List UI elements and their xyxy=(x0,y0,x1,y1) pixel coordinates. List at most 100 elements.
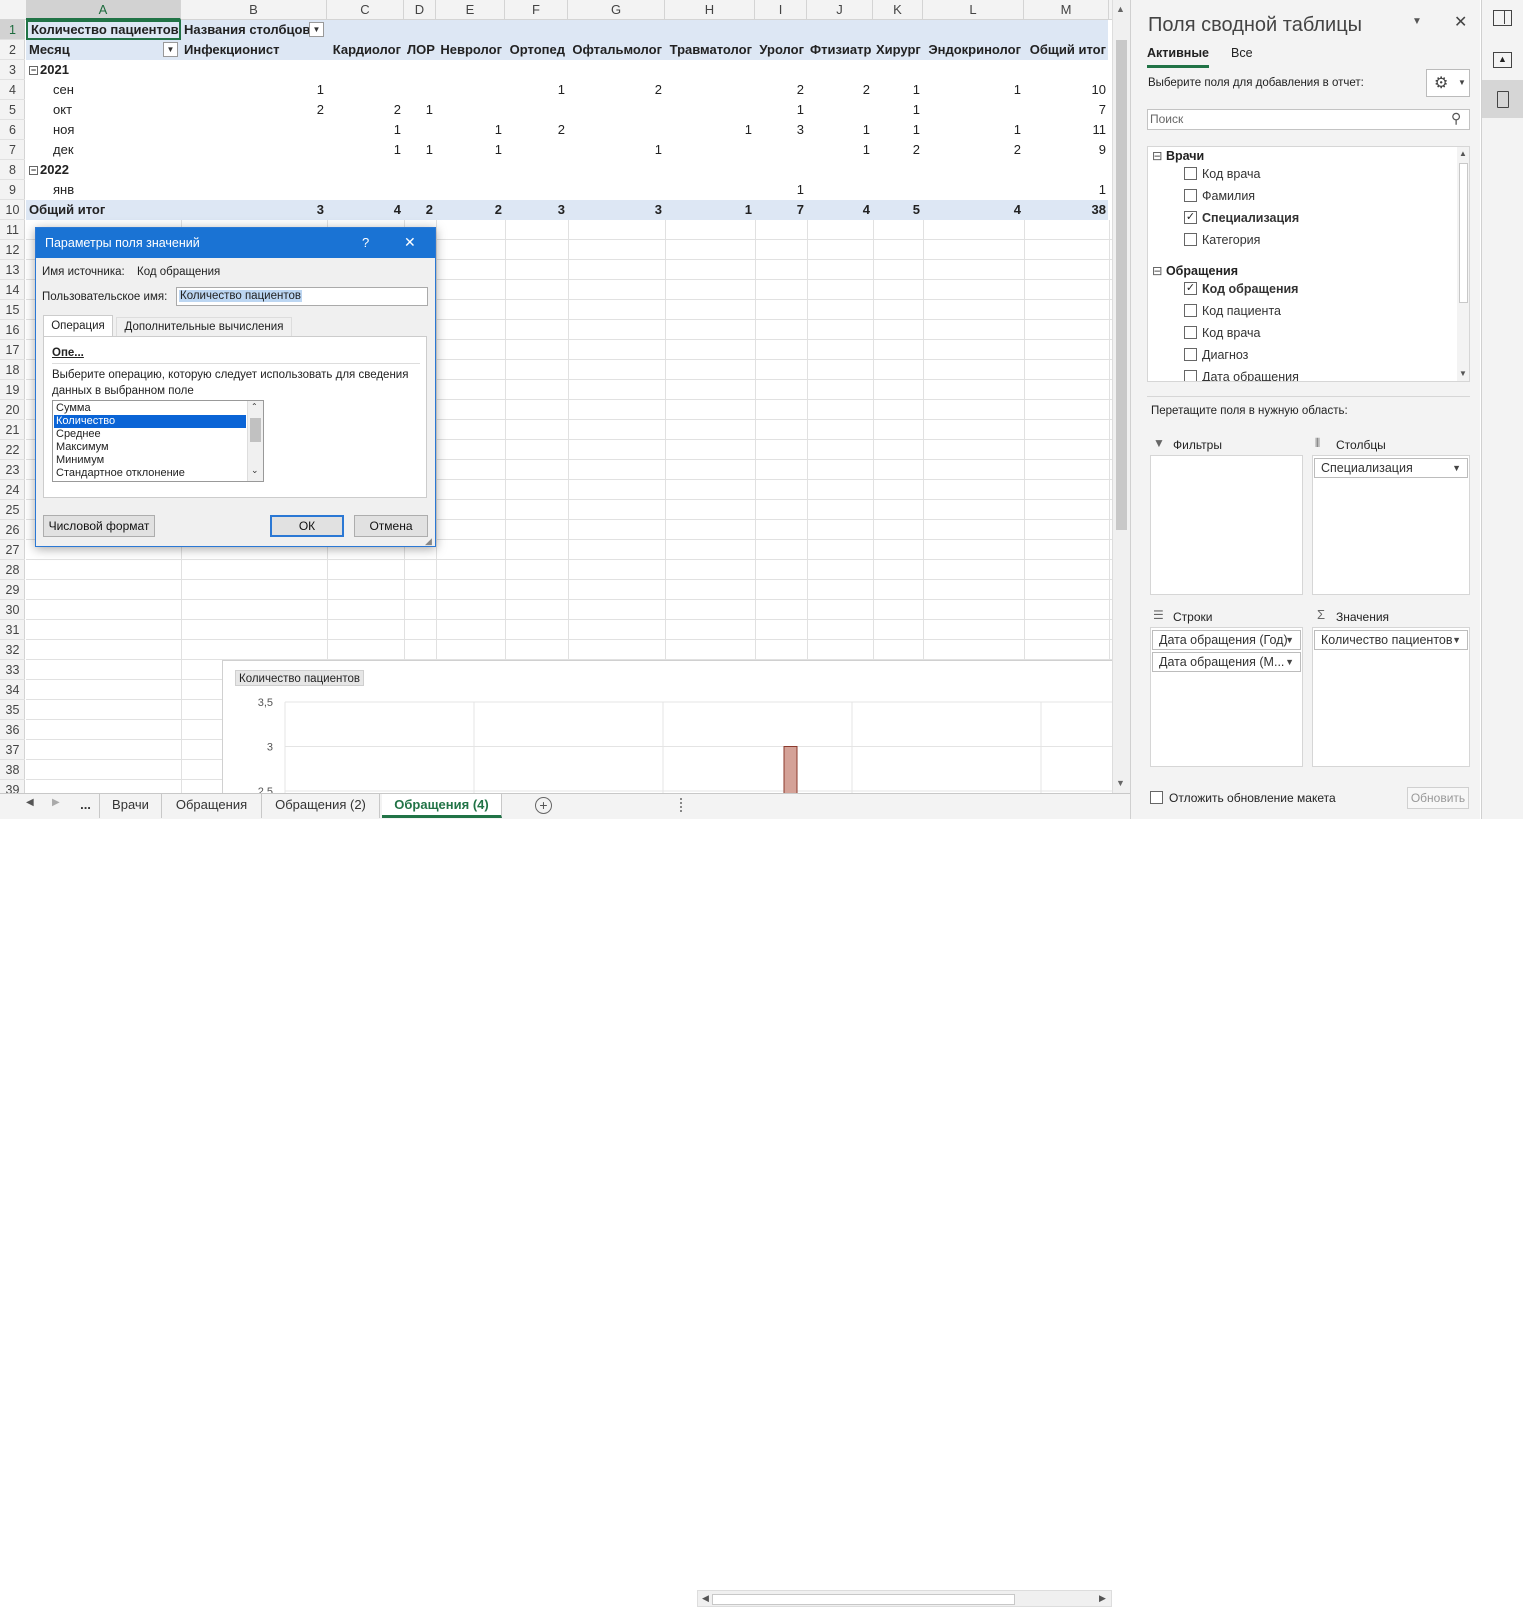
pivot-month-label[interactable]: ноя xyxy=(26,120,181,140)
pivot-value-cell[interactable]: 1 xyxy=(436,140,505,160)
pivot-grand-total-cell[interactable]: 38 xyxy=(1024,200,1109,220)
pivot-value-cell[interactable]: 10 xyxy=(1024,80,1109,100)
row-header[interactable]: 24 xyxy=(0,480,25,500)
sheet-tab[interactable]: Обращения (4) xyxy=(382,794,502,818)
pivot-value-cell[interactable]: 1 xyxy=(181,80,327,100)
pivot-grand-total-cell[interactable]: 7 xyxy=(755,200,807,220)
pivot-grand-total-cell[interactable]: 1 xyxy=(665,200,755,220)
pivot-value-cell[interactable]: 1 xyxy=(755,100,807,120)
sheet-tab[interactable]: Обращения (2) xyxy=(262,794,380,818)
pivot-value-cell[interactable] xyxy=(665,140,755,160)
pivot-value-cell[interactable]: 1 xyxy=(873,120,923,140)
row-header[interactable]: 12 xyxy=(0,240,25,260)
field-checkbox[interactable] xyxy=(1184,326,1197,339)
pivot-value-cell[interactable]: 9 xyxy=(1024,140,1109,160)
tab-operation[interactable]: Операция xyxy=(43,315,113,337)
row-header[interactable]: 22 xyxy=(0,440,25,460)
field-checkbox[interactable]: ✓ xyxy=(1184,211,1197,224)
pivot-value-cell[interactable] xyxy=(807,180,873,200)
close-icon[interactable]: ✕ xyxy=(404,234,416,251)
pane-close-icon[interactable]: ✕ xyxy=(1454,12,1467,32)
cancel-button[interactable]: Отмена xyxy=(354,515,428,537)
image-icon[interactable]: ▲ xyxy=(1493,52,1512,68)
field-label[interactable]: Диагноз xyxy=(1202,345,1248,365)
column-header[interactable]: A xyxy=(26,0,181,20)
pivot-value-cell[interactable] xyxy=(404,180,436,200)
row-header[interactable]: 7 xyxy=(0,140,25,160)
field-checkbox[interactable] xyxy=(1184,167,1197,180)
row-filter-dropdown-icon[interactable]: ▼ xyxy=(163,42,178,57)
row-header[interactable]: 19 xyxy=(0,380,25,400)
pivot-value-cell[interactable] xyxy=(755,140,807,160)
pivot-grand-total-cell[interactable]: 2 xyxy=(404,200,436,220)
row-header[interactable]: 38 xyxy=(0,760,25,780)
pivot-value-cell[interactable] xyxy=(505,140,568,160)
pivot-value-cell[interactable] xyxy=(568,180,665,200)
search-icon[interactable]: ⚲ xyxy=(1451,110,1461,127)
pivot-value-cell[interactable]: 2 xyxy=(923,140,1024,160)
field-list-scrollbar[interactable]: ▲ ▼ xyxy=(1457,147,1469,381)
horizontal-scrollbar[interactable]: ◀ ▶ xyxy=(697,1590,1112,1607)
pivot-month-label[interactable]: окт xyxy=(26,100,181,120)
row-header[interactable]: 21 xyxy=(0,420,25,440)
pivot-value-header[interactable]: Количество пациентов xyxy=(26,20,181,40)
field-checkbox[interactable]: ✓ xyxy=(1184,282,1197,295)
pivot-value-cell[interactable]: 1 xyxy=(807,140,873,160)
field-label[interactable]: Код пациента xyxy=(1202,301,1281,321)
pivot-value-cell[interactable]: 1 xyxy=(568,140,665,160)
row-header[interactable]: 10 xyxy=(0,200,25,220)
pivot-column-label[interactable]: Офтальмолог xyxy=(568,40,665,60)
pivot-value-cell[interactable] xyxy=(665,80,755,100)
pivot-grand-total-cell[interactable]: 2 xyxy=(436,200,505,220)
field-table-header[interactable]: ⊟ Обращения xyxy=(1152,263,1238,278)
pivot-value-cell[interactable] xyxy=(665,180,755,200)
defer-update-checkbox[interactable] xyxy=(1150,791,1163,804)
row-header[interactable]: 35 xyxy=(0,700,25,720)
row-header[interactable]: 36 xyxy=(0,720,25,740)
column-header[interactable]: J xyxy=(807,0,873,20)
row-header[interactable]: 33 xyxy=(0,660,25,680)
operation-option[interactable]: Минимум xyxy=(54,454,246,467)
row-header[interactable]: 5 xyxy=(0,100,25,120)
row-header[interactable]: 26 xyxy=(0,520,25,540)
column-filter-dropdown-icon[interactable]: ▼ xyxy=(309,22,324,37)
pivot-grand-total-cell[interactable]: 4 xyxy=(327,200,404,220)
pane-options-chevron-icon[interactable]: ▼ xyxy=(1412,16,1422,27)
dialog-titlebar[interactable]: Параметры поля значений ? ✕ xyxy=(36,228,435,258)
operation-option[interactable]: Максимум xyxy=(54,441,246,454)
tab-splitter[interactable] xyxy=(680,798,683,812)
column-header[interactable]: B xyxy=(181,0,327,20)
row-header[interactable]: 3 xyxy=(0,60,25,80)
rows-field-pill-year[interactable]: Дата обращения (Год) ▼ xyxy=(1152,630,1301,650)
values-area[interactable]: Количество пациентов ▼ xyxy=(1312,627,1470,767)
pivot-value-cell[interactable] xyxy=(404,80,436,100)
collapse-icon[interactable]: − xyxy=(29,166,38,176)
operation-option[interactable]: Среднее xyxy=(54,428,246,441)
column-header[interactable]: G xyxy=(568,0,665,20)
pivot-columns-header[interactable]: Названия столбцов xyxy=(181,20,327,40)
row-header[interactable]: 15 xyxy=(0,300,25,320)
columns-field-pill[interactable]: Специализация ▼ xyxy=(1314,458,1468,478)
scroll-thumb[interactable] xyxy=(1116,40,1127,530)
pivot-grand-total-cell[interactable]: 4 xyxy=(923,200,1024,220)
row-header[interactable]: 11 xyxy=(0,220,25,240)
column-header[interactable]: F xyxy=(505,0,568,20)
pivot-value-cell[interactable] xyxy=(181,120,327,140)
pivot-value-cell[interactable] xyxy=(665,100,755,120)
sheet-tab[interactable]: Врачи xyxy=(100,794,162,818)
pivot-value-cell[interactable]: 1 xyxy=(807,120,873,140)
pivot-value-cell[interactable] xyxy=(505,180,568,200)
row-header[interactable]: 31 xyxy=(0,620,25,640)
column-header[interactable]: E xyxy=(436,0,505,20)
field-label[interactable]: Код обращения xyxy=(1202,279,1298,299)
pivot-column-label[interactable]: Фтизиатр xyxy=(807,40,873,60)
row-header[interactable]: 16 xyxy=(0,320,25,340)
pivot-value-cell[interactable] xyxy=(568,100,665,120)
pivot-month-label[interactable]: дек xyxy=(26,140,181,160)
row-header[interactable]: 6 xyxy=(0,120,25,140)
tab-additional-calculations[interactable]: Дополнительные вычисления xyxy=(116,317,292,337)
pivot-value-cell[interactable]: 1 xyxy=(755,180,807,200)
columns-area[interactable]: Специализация ▼ xyxy=(1312,455,1470,595)
vertical-scrollbar[interactable]: ▲ ▼ xyxy=(1112,0,1130,793)
row-header[interactable]: 39 xyxy=(0,780,25,793)
